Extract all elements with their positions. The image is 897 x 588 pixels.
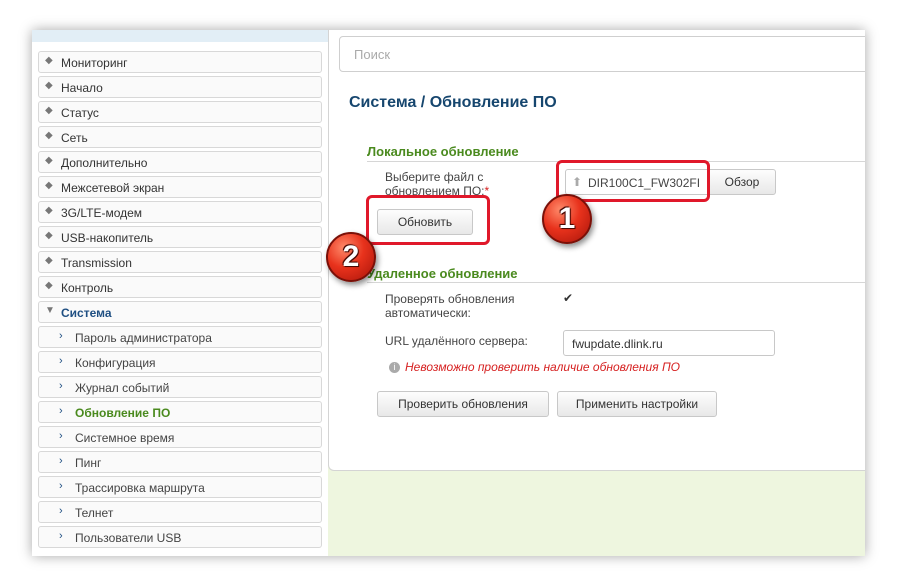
- page-title-text: Обновление ПО: [429, 94, 557, 111]
- sidebar-subitem-system-time[interactable]: › Системное время: [38, 426, 322, 448]
- sidebar-subitem-traceroute[interactable]: › Трассировка маршрута: [38, 476, 322, 498]
- chevron-right-icon: ◆: [45, 155, 53, 166]
- step-1-badge: 1: [542, 194, 592, 244]
- url-value: fwupdate.dlink.ru: [572, 337, 663, 351]
- sidebar-subitem-admin-password[interactable]: › Пароль администратора: [38, 326, 322, 348]
- chevron-right-icon: ›: [59, 430, 63, 442]
- chevron-right-icon: ◆: [45, 280, 53, 291]
- sidebar-item-label: Контроль: [61, 281, 114, 295]
- sidebar-item-3g-lte[interactable]: ◆ 3G/LTE-модем: [38, 201, 322, 223]
- chevron-right-icon: ›: [59, 455, 63, 467]
- search-input[interactable]: Поиск: [339, 36, 865, 72]
- sidebar-subitem-label: Трассировка маршрута: [75, 481, 205, 495]
- sidebar-item-label: Transmission: [61, 256, 132, 270]
- sidebar-subitem-label: Системное время: [75, 431, 175, 445]
- sidebar-subitem-label: Пользователи USB: [75, 531, 182, 545]
- sidebar-item-status[interactable]: ◆ Статус: [38, 101, 322, 123]
- chevron-right-icon: ◆: [45, 230, 53, 241]
- sidebar-item-label: Дополнительно: [61, 156, 148, 170]
- sidebar-item-label: USB-накопитель: [61, 231, 154, 245]
- sidebar-item-system[interactable]: ▼ Система: [38, 301, 322, 323]
- chevron-right-icon: ›: [59, 530, 63, 542]
- sidebar-item-transmission[interactable]: ◆ Transmission: [38, 251, 322, 273]
- chevron-right-icon: ◆: [45, 255, 53, 266]
- sidebar-subitem-label: Пинг: [75, 456, 102, 470]
- sidebar-subitem-firmware-update[interactable]: › Обновление ПО: [38, 401, 322, 423]
- local-update-section-title: Локальное обновление: [367, 144, 519, 159]
- sidebar-item-label: Мониторинг: [61, 56, 128, 70]
- chevron-right-icon: ›: [59, 480, 63, 492]
- sidebar-item-network[interactable]: ◆ Сеть: [38, 126, 322, 148]
- browse-button[interactable]: Обзор: [708, 169, 776, 195]
- sidebar-item-label: Система: [61, 306, 112, 320]
- sidebar-subitem-telnet[interactable]: › Телнет: [38, 501, 322, 523]
- sidebar-item-label: Статус: [61, 106, 99, 120]
- sidebar-item-label: Начало: [61, 81, 103, 95]
- sidebar-subitem-label: Обновление ПО: [75, 406, 171, 420]
- sidebar-subitem-event-log[interactable]: › Журнал событий: [38, 376, 322, 398]
- sidebar-item-label: Межсетевой экран: [61, 181, 165, 195]
- sidebar-item-monitoring[interactable]: ◆ Мониторинг: [38, 51, 322, 73]
- chevron-right-icon: ›: [59, 405, 63, 417]
- section-divider: [367, 282, 865, 283]
- sidebar-subitem-label: Журнал событий: [75, 381, 170, 395]
- sidebar-item-label: Сеть: [61, 131, 88, 145]
- apply-settings-button[interactable]: Применить настройки: [557, 391, 717, 417]
- sidebar-subitem-label: Телнет: [75, 506, 114, 520]
- sidebar-item-advanced[interactable]: ◆ Дополнительно: [38, 151, 322, 173]
- sidebar-item-firewall[interactable]: ◆ Межсетевой экран: [38, 176, 322, 198]
- chevron-right-icon: ◆: [45, 205, 53, 216]
- chevron-right-icon: ◆: [45, 55, 53, 66]
- sidebar-subitem-label: Пароль администратора: [75, 331, 212, 345]
- info-icon: i: [389, 362, 400, 373]
- sidebar-subitem-configuration[interactable]: › Конфигурация: [38, 351, 322, 373]
- main-content: Поиск Система / Обновление ПО Локальное …: [328, 30, 865, 471]
- chevron-right-icon: ›: [59, 380, 63, 392]
- chevron-right-icon: ›: [59, 355, 63, 367]
- callout-file-select: [556, 160, 710, 202]
- router-admin-window: ◆ Мониторинг ◆ Начало ◆ Статус ◆ Сеть ◆ Допол…: [32, 30, 865, 556]
- url-label: URL удалённого сервера:: [385, 334, 528, 348]
- chevron-down-icon: ▼: [45, 305, 55, 316]
- auto-check-label: Проверять обновления автоматически:: [385, 292, 515, 320]
- chevron-right-icon: ◆: [45, 180, 53, 191]
- sidebar-item-control[interactable]: ◆ Контроль: [38, 276, 322, 298]
- chevron-right-icon: ›: [59, 505, 63, 517]
- error-message: Невозможно проверить наличие обновления …: [405, 360, 680, 374]
- url-field[interactable]: fwupdate.dlink.ru: [563, 330, 775, 356]
- sidebar-item-start[interactable]: ◆ Начало: [38, 76, 322, 98]
- check-updates-button[interactable]: Проверить обновления: [377, 391, 549, 417]
- page-title: Система / Обновление ПО: [349, 94, 557, 112]
- sidebar-item-label: 3G/LTE-модем: [61, 206, 143, 220]
- search-placeholder: Поиск: [354, 47, 391, 62]
- step-2-badge: 2: [326, 232, 376, 282]
- remote-update-section-title: Удаленное обновление: [367, 266, 518, 281]
- chevron-right-icon: ›: [59, 330, 63, 342]
- callout-update-button: [366, 195, 490, 245]
- sidebar-item-usb-storage[interactable]: ◆ USB-накопитель: [38, 226, 322, 248]
- breadcrumb: Система /: [349, 94, 426, 111]
- file-select-label: Выберите файл с обновлением ПО:*: [385, 170, 490, 198]
- chevron-right-icon: ◆: [45, 105, 53, 116]
- sidebar: ◆ Мониторинг ◆ Начало ◆ Статус ◆ Сеть ◆ Допол…: [32, 42, 328, 556]
- auto-check-checkbox[interactable]: ✔: [563, 292, 575, 304]
- chevron-right-icon: ◆: [45, 130, 53, 141]
- top-strip: [32, 30, 332, 42]
- sidebar-subitem-ping[interactable]: › Пинг: [38, 451, 322, 473]
- chevron-right-icon: ◆: [45, 80, 53, 91]
- sidebar-subitem-label: Конфигурация: [75, 356, 156, 370]
- sidebar-subitem-usb-users[interactable]: › Пользователи USB: [38, 526, 322, 548]
